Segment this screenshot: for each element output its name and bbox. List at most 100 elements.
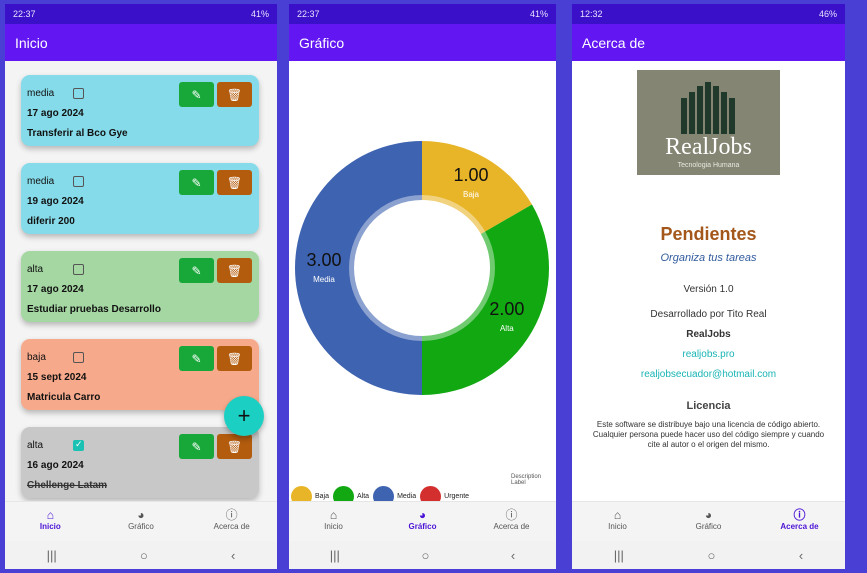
task-priority: media — [27, 88, 55, 99]
task-done-checkbox[interactable] — [73, 176, 84, 187]
nav-chart[interactable]: ◕ Gráfico — [674, 502, 744, 541]
recents-icon[interactable]: ||| — [330, 548, 340, 563]
slice-category-label: Alta — [500, 324, 514, 333]
recents-icon[interactable]: ||| — [47, 548, 57, 563]
task-priority: media — [27, 176, 55, 187]
nav-home[interactable]: ⌂ Inicio — [15, 502, 85, 541]
delete-task-button[interactable]: 🗑 — [217, 434, 252, 459]
task-done-checkbox[interactable] — [73, 439, 84, 451]
delete-task-button[interactable]: 🗑 — [217, 170, 252, 195]
pencil-icon: ✎ — [191, 175, 202, 190]
system-home-icon[interactable]: ○ — [707, 548, 715, 563]
chart-screen: 22:37 41% Gráfico 0.00Urgente1.00Baja2.0… — [289, 4, 556, 569]
legend-label: Baja — [315, 493, 330, 500]
info-icon: ⓘ — [505, 508, 518, 522]
website-link[interactable]: realjobs.pro — [572, 349, 845, 360]
nav-home-label: Inicio — [608, 522, 627, 531]
edit-task-button[interactable]: ✎ — [179, 170, 214, 195]
nav-home[interactable]: ⌂ Inicio — [583, 502, 653, 541]
task-card[interactable]: baja 15 sept 2024 Matricula Carro ✎ 🗑 — [21, 339, 259, 410]
pencil-icon: ✎ — [191, 351, 202, 366]
nav-about[interactable]: ⓘ Acerca de — [197, 502, 267, 541]
building-logo-icon — [681, 82, 735, 134]
back-icon[interactable]: ‹ — [511, 548, 515, 563]
delete-task-button[interactable]: 🗑 — [217, 346, 252, 371]
system-home-icon[interactable]: ○ — [140, 548, 148, 563]
status-bar: 22:37 41% — [5, 4, 277, 24]
system-home-icon[interactable]: ○ — [421, 548, 429, 563]
slice-value-label: 2.00 — [489, 299, 524, 319]
status-time: 22:37 — [297, 9, 320, 19]
task-card[interactable]: media 19 ago 2024 diferir 200 ✎ 🗑 — [21, 163, 259, 234]
license-title: Licencia — [686, 400, 731, 412]
app-bar: Acerca de — [572, 24, 845, 61]
task-date: 17 ago 2024 — [27, 108, 84, 119]
pencil-icon: ✎ — [191, 439, 202, 454]
description-label: Description Label — [511, 474, 542, 486]
nav-home-label: Inicio — [39, 522, 61, 531]
app-name: Pendientes — [660, 224, 757, 244]
task-description: Transferir al Bco Gye — [27, 128, 128, 139]
chart-area: 0.00Urgente1.00Baja2.00Alta3.00Media — [289, 61, 556, 501]
info-icon: ⓘ — [225, 508, 238, 522]
task-description: Matricula Carro — [27, 392, 101, 403]
edit-task-button[interactable]: ✎ — [179, 258, 214, 283]
legend-label: Urgente — [444, 493, 470, 500]
nav-chart[interactable]: ◕ Gráfico — [388, 502, 458, 541]
system-nav: ||| ○ ‹ — [5, 541, 277, 569]
edit-task-button[interactable]: ✎ — [179, 434, 214, 459]
status-time: 22:37 — [13, 9, 36, 19]
task-priority: alta — [27, 440, 44, 451]
back-icon[interactable]: ‹ — [231, 548, 235, 563]
task-card[interactable]: media 17 ago 2024 Transferir al Bco Gye ✎ 🗑 — [21, 75, 259, 146]
system-nav: ||| ○ ‹ — [572, 541, 845, 569]
pie-chart-icon: ◕ — [704, 508, 713, 522]
email-link[interactable]: realjobsecuador@hotmail.com — [572, 369, 845, 380]
edit-task-button[interactable]: ✎ — [179, 82, 214, 107]
task-done-checkbox[interactable] — [73, 88, 84, 99]
task-date: 19 ago 2024 — [27, 196, 84, 207]
system-nav: ||| ○ ‹ — [289, 541, 556, 569]
task-description: diferir 200 — [27, 216, 75, 227]
nav-chart[interactable]: ◕ Gráfico — [106, 502, 176, 541]
legend-label: Alta — [357, 493, 370, 500]
task-list: media 17 ago 2024 Transferir al Bco Gye ✎ 🗑 m… — [5, 61, 277, 501]
add-task-button[interactable]: + — [224, 396, 264, 436]
nav-home[interactable]: ⌂ Inicio — [299, 502, 369, 541]
logo-brand: RealJobs — [665, 134, 752, 160]
home-icon: ⌂ — [613, 508, 622, 522]
task-date: 15 sept 2024 — [27, 372, 87, 383]
about-content: RealJobs Tecnologia Humana Pendientes Or… — [572, 61, 845, 501]
status-battery: 46% — [818, 9, 837, 19]
home-icon: ⌂ — [46, 508, 54, 522]
home-icon: ⌂ — [329, 508, 338, 522]
task-card[interactable]: alta 17 ago 2024 Estudiar pruebas Desarrol… — [21, 251, 259, 322]
trash-icon: 🗑 — [226, 87, 243, 102]
donut-chart: 0.00Urgente1.00Baja2.00Alta3.00Media — [295, 141, 549, 395]
pencil-icon: ✎ — [191, 87, 202, 102]
task-card[interactable]: alta 16 ago 2024 Chellenge Latam ✎ 🗑 — [21, 427, 259, 498]
delete-task-button[interactable]: 🗑 — [217, 258, 252, 283]
trash-icon: 🗑 — [226, 175, 243, 190]
task-priority: alta — [27, 264, 44, 275]
pencil-icon: ✎ — [191, 263, 202, 278]
recents-icon[interactable]: ||| — [614, 548, 624, 563]
license-text: Este software se distribuye bajo una lic… — [592, 420, 825, 449]
logo-tagline: Tecnologia Humana — [677, 162, 740, 169]
company-logo: RealJobs Tecnologia Humana — [637, 70, 780, 175]
delete-task-button[interactable]: 🗑 — [217, 82, 252, 107]
task-date: 16 ago 2024 — [27, 460, 84, 471]
app-bar: Inicio — [5, 24, 277, 61]
task-done-checkbox[interactable] — [73, 264, 84, 275]
developer-text: Desarrollado por Tito Real — [650, 309, 767, 320]
nav-about[interactable]: ⓘ Acerca de — [477, 502, 547, 541]
back-icon[interactable]: ‹ — [799, 548, 803, 563]
nav-about[interactable]: ⓘ Acerca de — [765, 502, 835, 541]
task-done-checkbox[interactable] — [73, 352, 84, 363]
task-description: Estudiar pruebas Desarrollo — [27, 304, 161, 315]
status-battery: 41% — [529, 9, 548, 19]
nav-about-label: Acerca de — [780, 522, 819, 531]
bottom-nav: ⌂ Inicio ◕ Gráfico ⓘ Acerca de — [5, 501, 277, 541]
edit-task-button[interactable]: ✎ — [179, 346, 214, 371]
pie-chart-icon: ◕ — [418, 508, 427, 522]
